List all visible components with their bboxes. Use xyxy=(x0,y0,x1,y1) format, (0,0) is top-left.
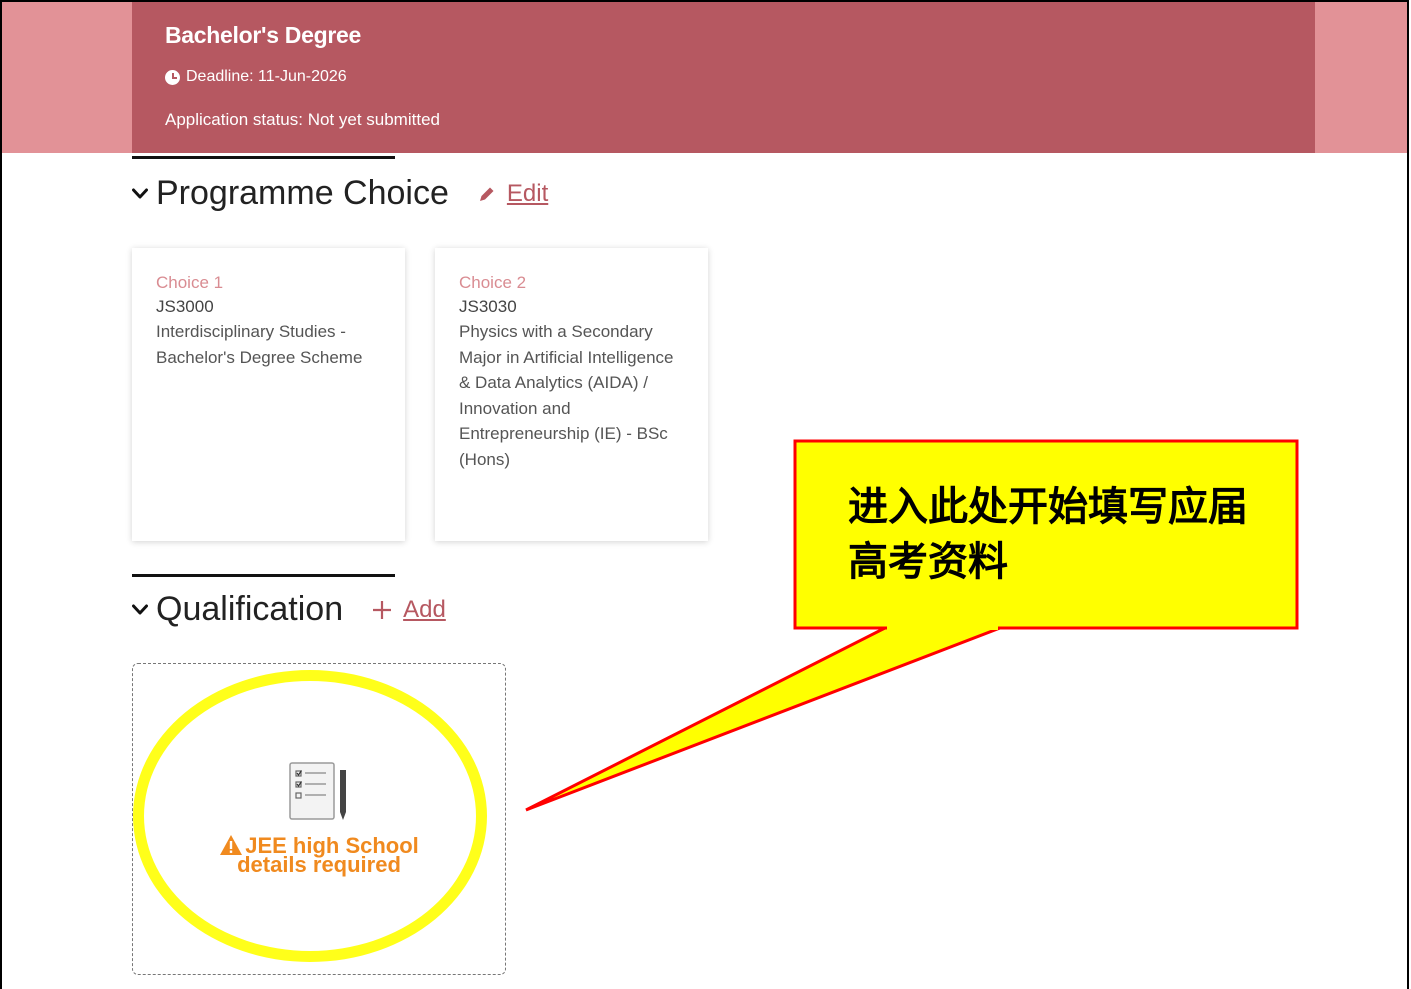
callout-text: 进入此处开始填写应届高考资料 xyxy=(848,484,1248,585)
